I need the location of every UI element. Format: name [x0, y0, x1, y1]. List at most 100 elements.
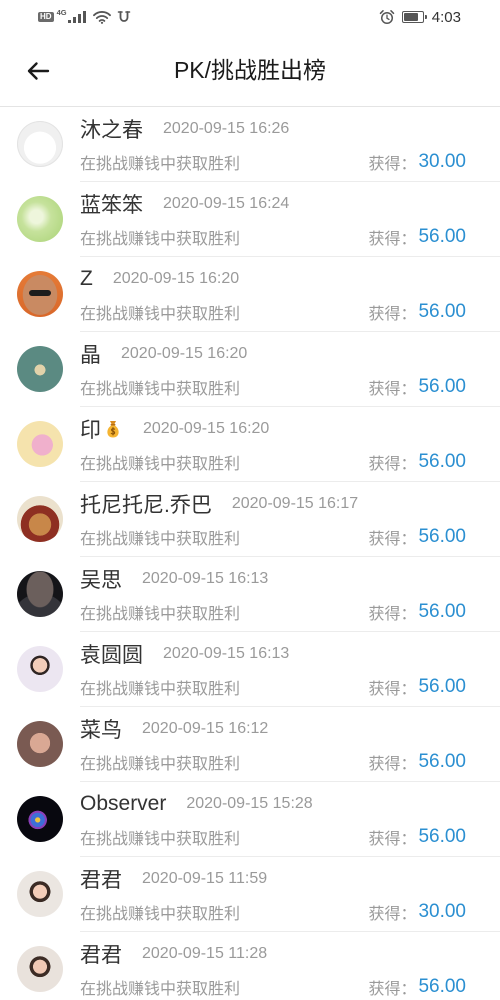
reward-label: 获得： [368, 831, 417, 848]
list-item[interactable]: 袁圆圆 2020-09-15 16:13 在挑战赚钱中获取胜利 获得： 56.0… [0, 632, 500, 707]
reward-value: 56.00 [418, 526, 466, 547]
avatar[interactable] [17, 271, 63, 317]
page-title: PK/挑战胜出榜 [173, 57, 327, 83]
list-item[interactable]: 君君 2020-09-15 11:59 在挑战赚钱中获取胜利 获得： 30.00 [0, 857, 500, 932]
wifi-icon [92, 11, 111, 24]
item-description: 在挑战赚钱中获取胜利 [80, 906, 241, 923]
list-item-header: 袁圆圆 2020-09-15 16:13 [80, 640, 289, 668]
reward-label: 获得： [368, 681, 417, 698]
reward-label: 获得： [368, 156, 417, 173]
list-item-header: 吴思 2020-09-15 16:13 [80, 565, 268, 593]
list-item-footer: 在挑战赚钱中获取胜利 获得： 56.00 [80, 449, 466, 475]
user-name: 君君 [80, 869, 122, 892]
list-item-header: Observer 2020-09-15 15:28 [80, 790, 313, 818]
reward-value: 30.00 [418, 901, 466, 922]
user-name: Observer [80, 792, 167, 815]
list-item[interactable]: 沐之春 2020-09-15 16:26 在挑战赚钱中获取胜利 获得： 30.0… [0, 107, 500, 182]
list-item-footer: 在挑战赚钱中获取胜利 获得： 56.00 [80, 299, 466, 325]
list-item[interactable]: 晶 2020-09-15 16:20 在挑战赚钱中获取胜利 获得： 56.00 [0, 332, 500, 407]
status-time: 4:03 [431, 8, 461, 26]
reward-value: 56.00 [418, 301, 466, 322]
reward-value: 56.00 [418, 601, 466, 622]
list-item[interactable]: 菜鸟 2020-09-15 16:12 在挑战赚钱中获取胜利 获得： 56.00 [0, 707, 500, 782]
list-item-header: Z 2020-09-15 16:20 [80, 265, 239, 293]
reward-value: 56.00 [418, 226, 466, 247]
avatar[interactable] [17, 721, 63, 767]
list-item-footer: 在挑战赚钱中获取胜利 获得： 56.00 [80, 599, 466, 625]
status-bar-left: HD 4G [38, 8, 131, 26]
alarm-icon [379, 10, 395, 25]
avatar[interactable] [17, 346, 63, 392]
status-bar: HD 4G 4:03 [0, 0, 500, 35]
list-item-footer: 在挑战赚钱中获取胜利 获得： 56.00 [80, 674, 466, 700]
list-item-content: 君君 2020-09-15 11:28 在挑战赚钱中获取胜利 获得： 56.00 [80, 932, 500, 1000]
reward-label: 获得： [368, 531, 417, 548]
list-item[interactable]: Observer 2020-09-15 15:28 在挑战赚钱中获取胜利 获得：… [0, 782, 500, 857]
item-description: 在挑战赚钱中获取胜利 [80, 756, 241, 773]
status-bar-right: 4:03 [379, 8, 461, 26]
back-button[interactable] [19, 52, 57, 90]
signal-bar [72, 17, 76, 23]
reward-value: 56.00 [418, 751, 466, 772]
list-item-footer: 在挑战赚钱中获取胜利 获得： 30.00 [80, 149, 466, 175]
avatar[interactable] [17, 871, 63, 917]
list-item-content: 晶 2020-09-15 16:20 在挑战赚钱中获取胜利 获得： 56.00 [80, 332, 500, 407]
user-name: 沐之春 [80, 119, 143, 142]
user-name: 君君 [80, 944, 122, 967]
list-item-content: 沐之春 2020-09-15 16:26 在挑战赚钱中获取胜利 获得： 30.0… [80, 107, 500, 182]
list-item-header: 君君 2020-09-15 11:28 [80, 940, 267, 968]
list-item-header: 蓝笨笨 2020-09-15 16:24 [80, 190, 289, 218]
reward-label: 获得： [368, 231, 417, 248]
list-item-content: 菜鸟 2020-09-15 16:12 在挑战赚钱中获取胜利 获得： 56.00 [80, 707, 500, 782]
list-item-content: 印 2020-09-15 16:20 在挑战赚钱中获取胜利 获得： 56.00 [80, 407, 500, 482]
list-item-header: 菜鸟 2020-09-15 16:12 [80, 715, 268, 743]
list-item[interactable]: 吴思 2020-09-15 16:13 在挑战赚钱中获取胜利 获得： 56.00 [0, 557, 500, 632]
list-item-content: 吴思 2020-09-15 16:13 在挑战赚钱中获取胜利 获得： 56.00 [80, 557, 500, 632]
reward-label: 获得： [368, 306, 417, 323]
list-item[interactable]: 托尼托尼.乔巴 2020-09-15 16:17 在挑战赚钱中获取胜利 获得： … [0, 482, 500, 557]
list-item-footer: 在挑战赚钱中获取胜利 获得： 56.00 [80, 749, 466, 775]
timestamp: 2020-09-15 16:12 [142, 720, 269, 737]
user-name: 晶 [80, 344, 101, 367]
timestamp: 2020-09-15 16:20 [112, 270, 240, 287]
list-item-header: 沐之春 2020-09-15 16:26 [80, 115, 289, 143]
list-item-footer: 在挑战赚钱中获取胜利 获得： 30.00 [80, 899, 466, 925]
avatar[interactable] [17, 571, 63, 617]
list-item-footer: 在挑战赚钱中获取胜利 获得： 56.00 [80, 824, 466, 850]
network-type: 4G [56, 8, 67, 17]
avatar[interactable] [17, 121, 63, 167]
avatar[interactable] [17, 196, 63, 242]
timestamp: 2020-09-15 16:17 [231, 495, 359, 512]
user-name: 袁圆圆 [80, 644, 143, 667]
user-name: 吴思 [80, 569, 122, 592]
list-item-content: Z 2020-09-15 16:20 在挑战赚钱中获取胜利 获得： 56.00 [80, 257, 500, 332]
money-bag-icon [107, 421, 119, 438]
list-item-footer: 在挑战赚钱中获取胜利 获得： 56.00 [80, 524, 466, 550]
list-item-footer: 在挑战赚钱中获取胜利 获得： 56.00 [80, 224, 466, 250]
reward-value: 30.00 [418, 151, 466, 172]
user-name: 菜鸟 [80, 719, 122, 742]
reward-value: 56.00 [418, 826, 466, 847]
reward-label: 获得： [368, 381, 417, 398]
list-item[interactable]: Z 2020-09-15 16:20 在挑战赚钱中获取胜利 获得： 56.00 [0, 257, 500, 332]
list-item-header: 印 2020-09-15 16:20 [80, 415, 269, 443]
avatar[interactable] [17, 796, 63, 842]
user-name: 蓝笨笨 [80, 194, 143, 217]
list-item[interactable]: 君君 2020-09-15 11:28 在挑战赚钱中获取胜利 获得： 56.00 [0, 932, 500, 1000]
list-item[interactable]: 蓝笨笨 2020-09-15 16:24 在挑战赚钱中获取胜利 获得： 56.0… [0, 182, 500, 257]
reward-label: 获得： [368, 906, 417, 923]
reward-value: 56.00 [418, 451, 466, 472]
avatar[interactable] [17, 646, 63, 692]
leaderboard-list: 沐之春 2020-09-15 16:26 在挑战赚钱中获取胜利 获得： 30.0… [0, 107, 500, 1000]
signal-bar [82, 11, 86, 23]
timestamp: 2020-09-15 16:20 [121, 345, 248, 362]
avatar[interactable] [17, 421, 63, 467]
timestamp: 2020-09-15 15:28 [186, 795, 313, 812]
avatar[interactable] [17, 946, 63, 992]
avatar[interactable] [17, 496, 63, 542]
list-item[interactable]: 印 2020-09-15 16:20 在挑战赚钱中获取胜利 获得： 56.00 [0, 407, 500, 482]
item-description: 在挑战赚钱中获取胜利 [80, 831, 241, 848]
reward-value: 56.00 [418, 976, 466, 997]
list-item-footer: 在挑战赚钱中获取胜利 获得： 56.00 [80, 374, 466, 400]
list-item-content: 托尼托尼.乔巴 2020-09-15 16:17 在挑战赚钱中获取胜利 获得： … [80, 482, 500, 557]
